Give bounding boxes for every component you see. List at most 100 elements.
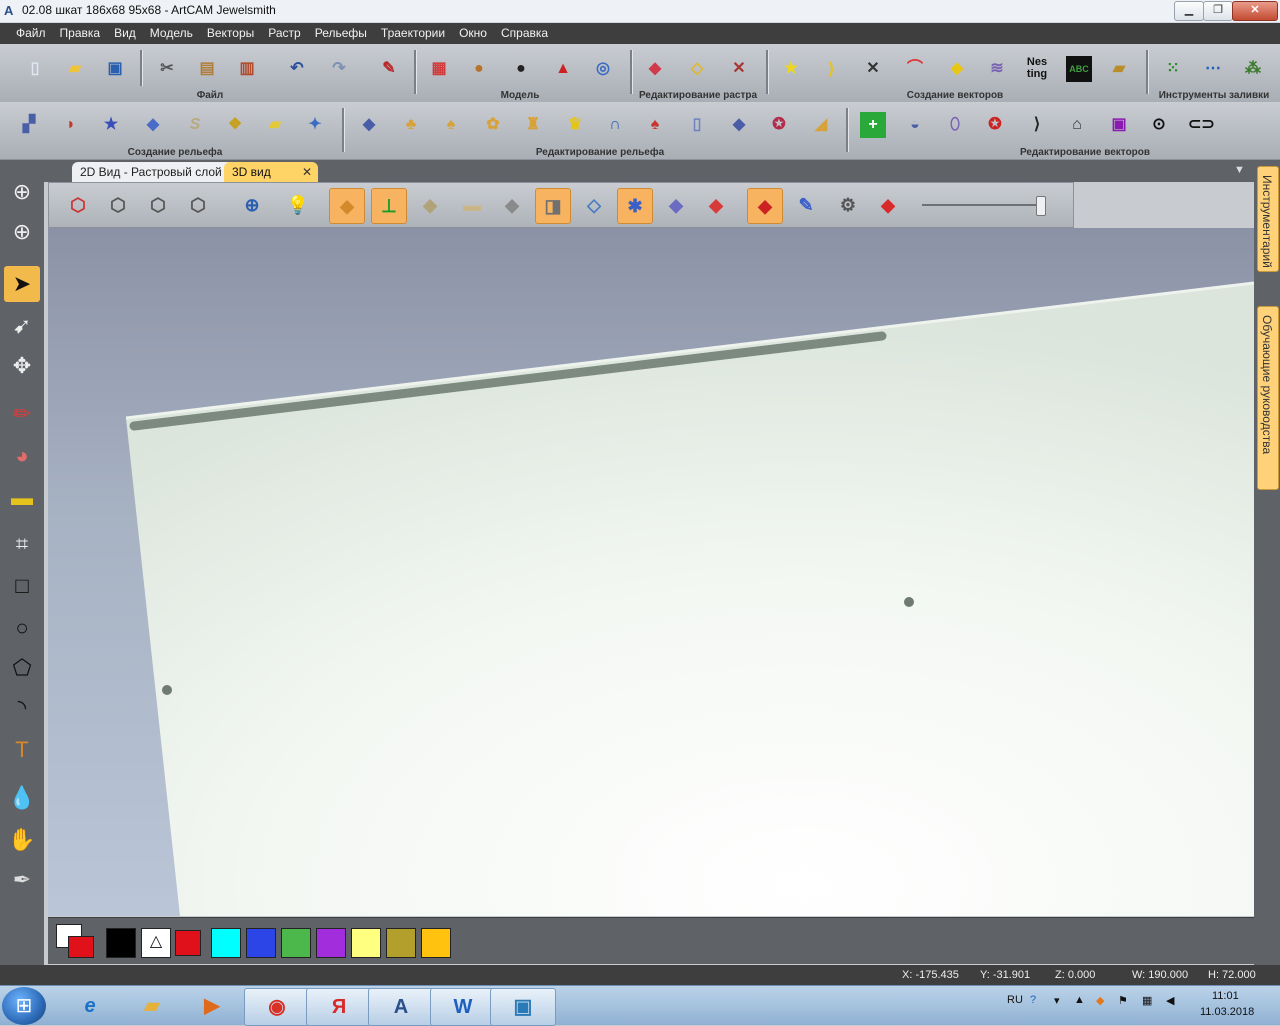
clock-time[interactable]: 11:01 bbox=[1212, 990, 1239, 1002]
machining-icon[interactable]: ◆ bbox=[747, 188, 783, 224]
zoom-view-icon[interactable]: ⊕ bbox=[4, 174, 40, 210]
polygon-icon[interactable]: ⬠ bbox=[4, 650, 40, 686]
ie-icon[interactable]: e bbox=[58, 988, 122, 1024]
close-tab-icon[interactable]: ✕ bbox=[302, 162, 312, 182]
secondary-color-swatch[interactable] bbox=[68, 936, 94, 958]
tray-app-icon[interactable]: ◆ bbox=[1096, 994, 1104, 1007]
menu-window[interactable]: Окно bbox=[452, 23, 494, 44]
tray-expand-icon[interactable]: ▲ bbox=[1074, 994, 1085, 1006]
vector-add-icon[interactable]: + bbox=[860, 112, 886, 138]
tab-3d-view[interactable]: 3D вид ✕ bbox=[224, 162, 318, 182]
menu-vectors[interactable]: Векторы bbox=[200, 23, 261, 44]
relief-lamp-icon[interactable]: ♣ bbox=[398, 112, 424, 138]
wireframe-icon[interactable]: ◇ bbox=[577, 188, 611, 222]
relief-mushroom-icon[interactable]: ♠ bbox=[642, 112, 668, 138]
color-map-icon[interactable]: ◆ bbox=[871, 188, 905, 222]
speaker-icon[interactable]: ◀ bbox=[1166, 994, 1174, 1007]
word-icon[interactable]: W bbox=[430, 988, 496, 1026]
relief-star-icon[interactable]: ★ bbox=[98, 112, 124, 138]
color-swatch-cyan[interactable] bbox=[211, 928, 241, 958]
flat-block-icon[interactable]: ◆ bbox=[495, 188, 529, 222]
color-swatch-gold[interactable] bbox=[421, 928, 451, 958]
zoom-slider-track[interactable] bbox=[922, 204, 1046, 206]
paint-tools-icon[interactable]: ✕ bbox=[726, 56, 752, 82]
node-edit-icon[interactable]: ✕ bbox=[860, 56, 886, 82]
bear-model-icon[interactable]: ● bbox=[466, 56, 492, 82]
tab-dropdown-icon[interactable]: ▼ bbox=[1234, 164, 1245, 176]
menu-reliefs[interactable]: Рельефы bbox=[308, 23, 374, 44]
start-button[interactable]: ⊞ bbox=[2, 987, 46, 1025]
vector-star-offset-icon[interactable]: ✪ bbox=[982, 112, 1008, 138]
minimize-button[interactable]: ▁ bbox=[1174, 1, 1204, 21]
gear-render-icon[interactable]: ⚙ bbox=[831, 188, 865, 222]
open-folder-icon[interactable]: ▰ bbox=[62, 56, 88, 82]
relief-offset-icon[interactable]: ♜ bbox=[520, 112, 546, 138]
star-vector-icon[interactable]: ★ bbox=[778, 56, 804, 82]
relief-spin-icon[interactable]: ✪ bbox=[766, 112, 792, 138]
vector-frame-icon[interactable]: ▣ bbox=[1106, 112, 1132, 138]
file-explorer-icon[interactable]: ▰ bbox=[120, 988, 184, 1024]
text-icon[interactable]: ABC bbox=[1066, 56, 1092, 82]
relief-knot-icon[interactable]: ❖ bbox=[222, 112, 248, 138]
texture-icon[interactable]: ▬ bbox=[455, 188, 489, 222]
view-iso-icon[interactable]: ⬡ bbox=[61, 188, 95, 222]
arc-icon[interactable]: ) bbox=[818, 56, 844, 82]
menu-toolpaths[interactable]: Траектории bbox=[374, 23, 452, 44]
menu-file[interactable]: Файл bbox=[0, 23, 53, 44]
relief-vase-icon[interactable]: ▯ bbox=[684, 112, 710, 138]
fill-dots-icon[interactable]: ⁙ bbox=[1160, 56, 1186, 82]
relief-arch-icon[interactable]: ∩ bbox=[602, 112, 628, 138]
color-swatch-light-yellow[interactable] bbox=[351, 928, 381, 958]
brush-icon[interactable]: ✎ bbox=[789, 188, 823, 222]
new-file-icon[interactable]: ▯ bbox=[22, 56, 48, 82]
rectangle-icon[interactable]: □ bbox=[4, 568, 40, 604]
photo-viewer-icon[interactable]: ▣ bbox=[490, 988, 556, 1026]
copy-icon[interactable]: ▤ bbox=[194, 56, 220, 82]
pencil-icon[interactable]: ✏ bbox=[4, 396, 40, 432]
relief-diamond-icon[interactable]: ◆ bbox=[726, 112, 752, 138]
relief-blocks-icon[interactable]: ▞ bbox=[16, 112, 42, 138]
grayscale-bear-icon[interactable]: ● bbox=[508, 56, 534, 82]
help-tray-icon[interactable]: ? bbox=[1030, 994, 1036, 1006]
relief-sweep-icon[interactable]: ◆ bbox=[140, 112, 166, 138]
vector-lens-icon[interactable]: ⬯ bbox=[942, 112, 968, 138]
nesting-icon[interactable]: Nes ting bbox=[1024, 56, 1050, 82]
relief-red-icon[interactable]: ◆ bbox=[699, 188, 733, 222]
polyline-icon[interactable]: ⌗ bbox=[4, 526, 40, 562]
layers-icon[interactable]: ≋ bbox=[984, 56, 1010, 82]
text-tool-icon[interactable]: T bbox=[4, 732, 40, 768]
relief-color-icon[interactable]: ◆ bbox=[659, 188, 693, 222]
zoom-tool-icon[interactable]: ⊕ bbox=[235, 188, 269, 222]
relief-smooth-icon[interactable]: ♠ bbox=[438, 112, 464, 138]
paste-icon[interactable]: ▥ bbox=[234, 56, 260, 82]
view-cube-icon[interactable]: ⬡ bbox=[101, 188, 135, 222]
media-player-icon[interactable]: ▶ bbox=[180, 988, 244, 1024]
machine-icon[interactable]: ▲ bbox=[550, 56, 576, 82]
3d-viewport[interactable] bbox=[48, 228, 1254, 916]
flag-icon[interactable]: ⚑ bbox=[1118, 994, 1128, 1007]
fill-chain-icon[interactable]: ⋯ bbox=[1200, 56, 1226, 82]
relief-leaf-icon[interactable]: ◗ bbox=[58, 112, 84, 138]
arc-tool-icon[interactable]: ◝ bbox=[4, 690, 40, 726]
color-swatch-blue[interactable] bbox=[246, 928, 276, 958]
color-swatch-red[interactable] bbox=[175, 930, 201, 956]
artcam-icon[interactable]: A bbox=[368, 988, 434, 1026]
axes-icon[interactable]: ⊥ bbox=[371, 188, 407, 224]
offset-icon[interactable]: ◆ bbox=[944, 56, 970, 82]
undo-icon[interactable]: ↶ bbox=[284, 56, 310, 82]
cut-icon[interactable]: ✂ bbox=[154, 56, 180, 82]
material-block-icon[interactable]: ◨ bbox=[535, 188, 571, 224]
yandex-browser-icon[interactable]: Я bbox=[306, 988, 372, 1026]
color-swatch-black[interactable] bbox=[106, 928, 136, 958]
globe-icon[interactable]: ⊕ bbox=[4, 214, 40, 250]
color-swatch-olive[interactable] bbox=[386, 928, 416, 958]
relief-s-curve-icon[interactable]: S bbox=[182, 112, 208, 138]
tab-tools-panel[interactable]: Инструментарий bbox=[1257, 166, 1279, 272]
select-arrow-icon[interactable]: ➤ bbox=[4, 266, 40, 302]
network-icon[interactable]: ▦ bbox=[1142, 994, 1152, 1007]
vector-bowl-icon[interactable]: ◒ bbox=[902, 112, 928, 138]
redo-icon[interactable]: ↷ bbox=[326, 56, 352, 82]
relief-sculpt-icon[interactable]: ✿ bbox=[480, 112, 506, 138]
bezier-icon[interactable]: ⌒ bbox=[902, 56, 928, 82]
color-swatch-purple[interactable] bbox=[316, 928, 346, 958]
